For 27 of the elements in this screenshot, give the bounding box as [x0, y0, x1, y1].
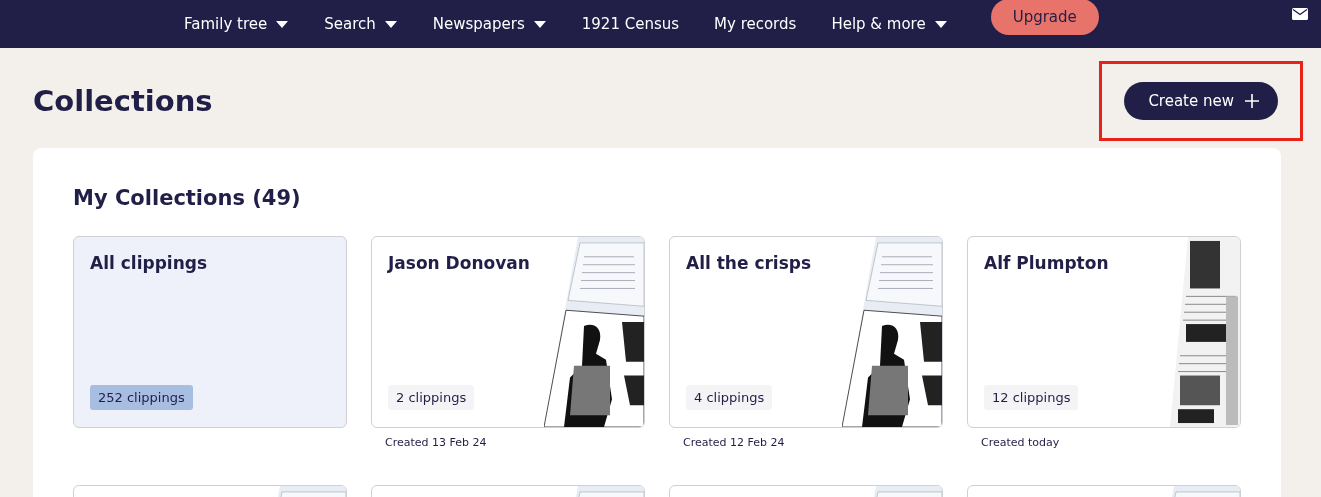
- clipping-count: 252 clippings: [90, 385, 193, 410]
- nav-link[interactable]: Search: [324, 15, 397, 33]
- nav-link[interactable]: Help & more: [831, 15, 947, 33]
- collection-card[interactable]: Alf Plumpton 12 clippings: [967, 236, 1241, 428]
- clipping-count: 4 clippings: [686, 385, 773, 410]
- clipping-count: 2 clippings: [388, 385, 475, 410]
- upgrade-button[interactable]: Upgrade: [990, 0, 1099, 35]
- mail-icon[interactable]: [1292, 8, 1308, 20]
- nav-link[interactable]: My records: [714, 15, 797, 33]
- collection-card[interactable]: All clippings 252 clippings: [73, 236, 347, 428]
- section-title: My Collections (49): [73, 186, 302, 210]
- created-date: Created 12 Feb 24: [683, 436, 786, 449]
- collection-name: All the crisps: [686, 253, 813, 273]
- created-date: Created today: [981, 436, 1061, 449]
- collection-name: Alf Plumpton: [984, 253, 1110, 273]
- plus-icon: [1244, 93, 1260, 109]
- collection-name: Jason Donovan: [388, 253, 531, 273]
- collection-card[interactable]: All the crisps 4 clippings: [669, 236, 943, 428]
- created-date: Created 13 Feb 24: [385, 436, 488, 449]
- create-new-button[interactable]: Create new: [1124, 82, 1278, 120]
- clipping-count: 12 clippings: [984, 385, 1079, 410]
- page-title: Collections: [33, 84, 213, 118]
- collection-name: All clippings: [90, 253, 209, 273]
- nav-link[interactable]: Newspapers: [432, 15, 546, 33]
- nav-link[interactable]: 1921 Census: [581, 15, 680, 33]
- collection-card[interactable]: Jason Donovan 2 clippings: [371, 236, 645, 428]
- nav-link[interactable]: Family tree: [184, 15, 289, 33]
